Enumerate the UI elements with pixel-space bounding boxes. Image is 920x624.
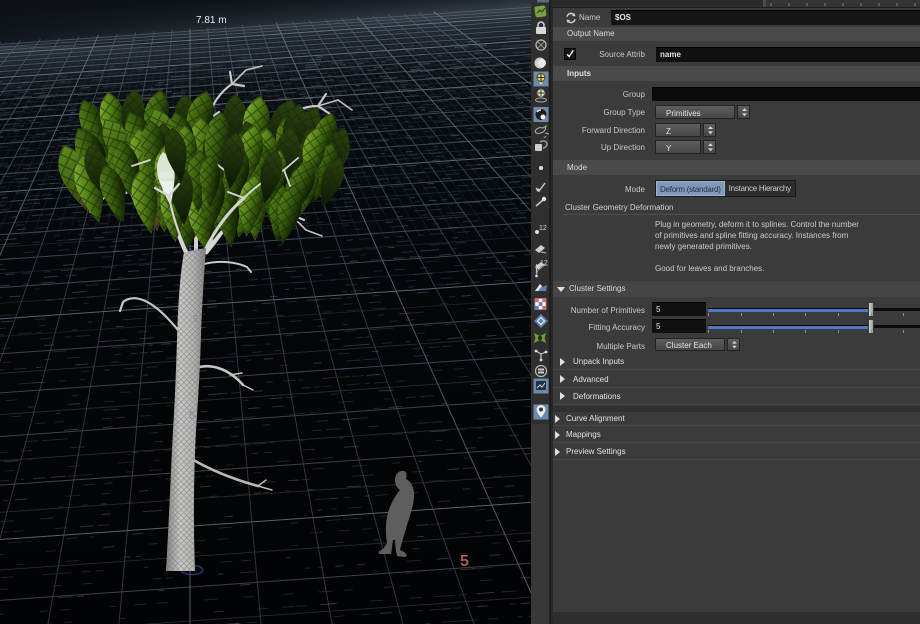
svg-text:12: 12 <box>539 225 547 232</box>
svg-text:5: 5 <box>189 410 195 422</box>
svg-text:5: 5 <box>460 553 469 570</box>
svg-text:7.81 m: 7.81 m <box>196 15 227 26</box>
svg-text:5: 5 <box>193 314 198 324</box>
svg-text:5.25: 5.25 <box>189 248 200 254</box>
